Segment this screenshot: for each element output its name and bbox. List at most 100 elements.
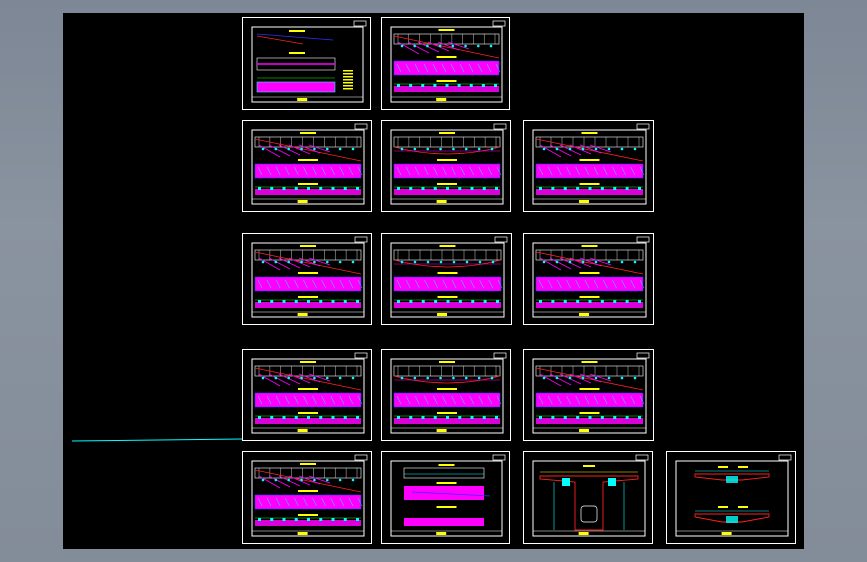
anchor-marker: [542, 147, 546, 151]
sheet-girder-10[interactable]: [523, 349, 654, 441]
anchor-marker: [400, 376, 404, 380]
elevation-title: [439, 132, 455, 134]
section-marker: [600, 300, 604, 303]
sheet-general-layout[interactable]: [242, 17, 371, 110]
sheet-number-box: [636, 236, 650, 243]
section-band: [257, 82, 335, 92]
sheet-drawing: [675, 454, 792, 537]
sheet-girder-9[interactable]: [381, 349, 511, 441]
sheet-cross-section-2[interactable]: [666, 451, 796, 544]
anchor-marker: [633, 147, 637, 151]
plan-band: [394, 393, 500, 407]
section-title: [436, 506, 457, 508]
section-marker: [356, 300, 359, 303]
anchor-marker: [489, 44, 493, 48]
section-marker: [638, 187, 641, 190]
sheet-girder-4[interactable]: [523, 120, 654, 212]
section-marker: [625, 416, 629, 419]
anchor-marker: [620, 147, 624, 151]
title-strip-mark: [579, 429, 590, 432]
plan-title: [436, 482, 457, 484]
section-marker: [307, 416, 310, 419]
sheet-girder-11[interactable]: [242, 451, 372, 544]
sheet-drawing: [532, 454, 649, 537]
section-band: [404, 518, 484, 526]
section-title: [298, 296, 318, 298]
anchor-marker: [477, 147, 481, 151]
plan-band: [255, 277, 361, 291]
anchor-marker: [313, 478, 316, 482]
tendon-profile: [535, 251, 644, 275]
anchor-marker: [300, 260, 303, 264]
sheet-girder-3[interactable]: [381, 120, 511, 212]
sheet-drawing: [532, 123, 650, 205]
anchor-marker: [464, 376, 468, 380]
section-title: [718, 506, 728, 508]
sheet-girder-12[interactable]: [381, 451, 510, 544]
title-strip-mark: [721, 532, 732, 535]
section-title: [738, 506, 748, 508]
plan-title: [298, 272, 318, 274]
tendon-profile: [254, 367, 362, 391]
anchor-marker: [274, 478, 278, 482]
anchor-marker: [568, 147, 572, 151]
section-marker: [471, 300, 475, 303]
section-marker: [638, 416, 641, 419]
sheet-girder-2[interactable]: [242, 120, 372, 212]
sheet-girder-1[interactable]: [381, 17, 510, 110]
section-marker: [551, 187, 555, 190]
anchor-marker: [568, 260, 572, 264]
anchor-marker: [325, 147, 329, 151]
anchor-marker: [300, 147, 303, 151]
elevation-title: [438, 464, 455, 466]
sheet-cross-section-1[interactable]: [523, 451, 653, 544]
sheet-drawing: [532, 236, 650, 318]
section-title: [437, 412, 457, 414]
sheet-number-box: [636, 123, 650, 130]
section-marker: [458, 300, 462, 303]
anchor-marker: [351, 478, 355, 482]
title-strip-mark: [579, 313, 590, 316]
plan-title: [437, 272, 458, 274]
model-space-viewport[interactable]: [63, 13, 804, 549]
section-marker: [563, 300, 567, 303]
plan-title: [289, 52, 305, 54]
sheet-girder-6[interactable]: [381, 233, 512, 325]
section-marker: [258, 416, 261, 419]
anchor-marker: [261, 260, 265, 264]
anchor-marker: [413, 44, 417, 48]
tendon-line: [549, 257, 572, 270]
anchor-marker: [300, 376, 303, 380]
tendon-line: [407, 41, 430, 54]
section-title: [583, 465, 595, 467]
anchor-marker: [438, 44, 442, 48]
section-marker: [613, 300, 617, 303]
plan-title: [437, 388, 457, 390]
anchor-marker: [594, 260, 598, 264]
sheet-number-box: [492, 20, 506, 27]
section-title: [436, 80, 457, 82]
section-marker: [397, 84, 400, 87]
sheet-girder-7[interactable]: [523, 233, 654, 325]
section-marker: [483, 300, 487, 303]
sheet-number-box: [493, 352, 507, 359]
section-marker: [258, 518, 261, 521]
sheet-girder-5[interactable]: [242, 233, 372, 325]
elevation-title: [439, 245, 456, 247]
section-marker: [470, 416, 474, 419]
tendon-profile: [254, 469, 362, 493]
title-strip-mark: [436, 429, 447, 432]
anchor-marker: [287, 478, 291, 482]
section-marker: [434, 300, 438, 303]
sheet-girder-8[interactable]: [242, 349, 372, 441]
section-marker: [446, 300, 450, 303]
section-marker: [409, 300, 413, 303]
title-strip-mark: [437, 313, 448, 316]
section-title: [738, 466, 748, 468]
sheet-number-box: [494, 236, 508, 243]
section-marker: [409, 84, 413, 87]
section-marker: [625, 187, 629, 190]
elevation-title: [300, 463, 316, 465]
anchor-marker: [542, 376, 546, 380]
section-marker: [282, 416, 286, 419]
